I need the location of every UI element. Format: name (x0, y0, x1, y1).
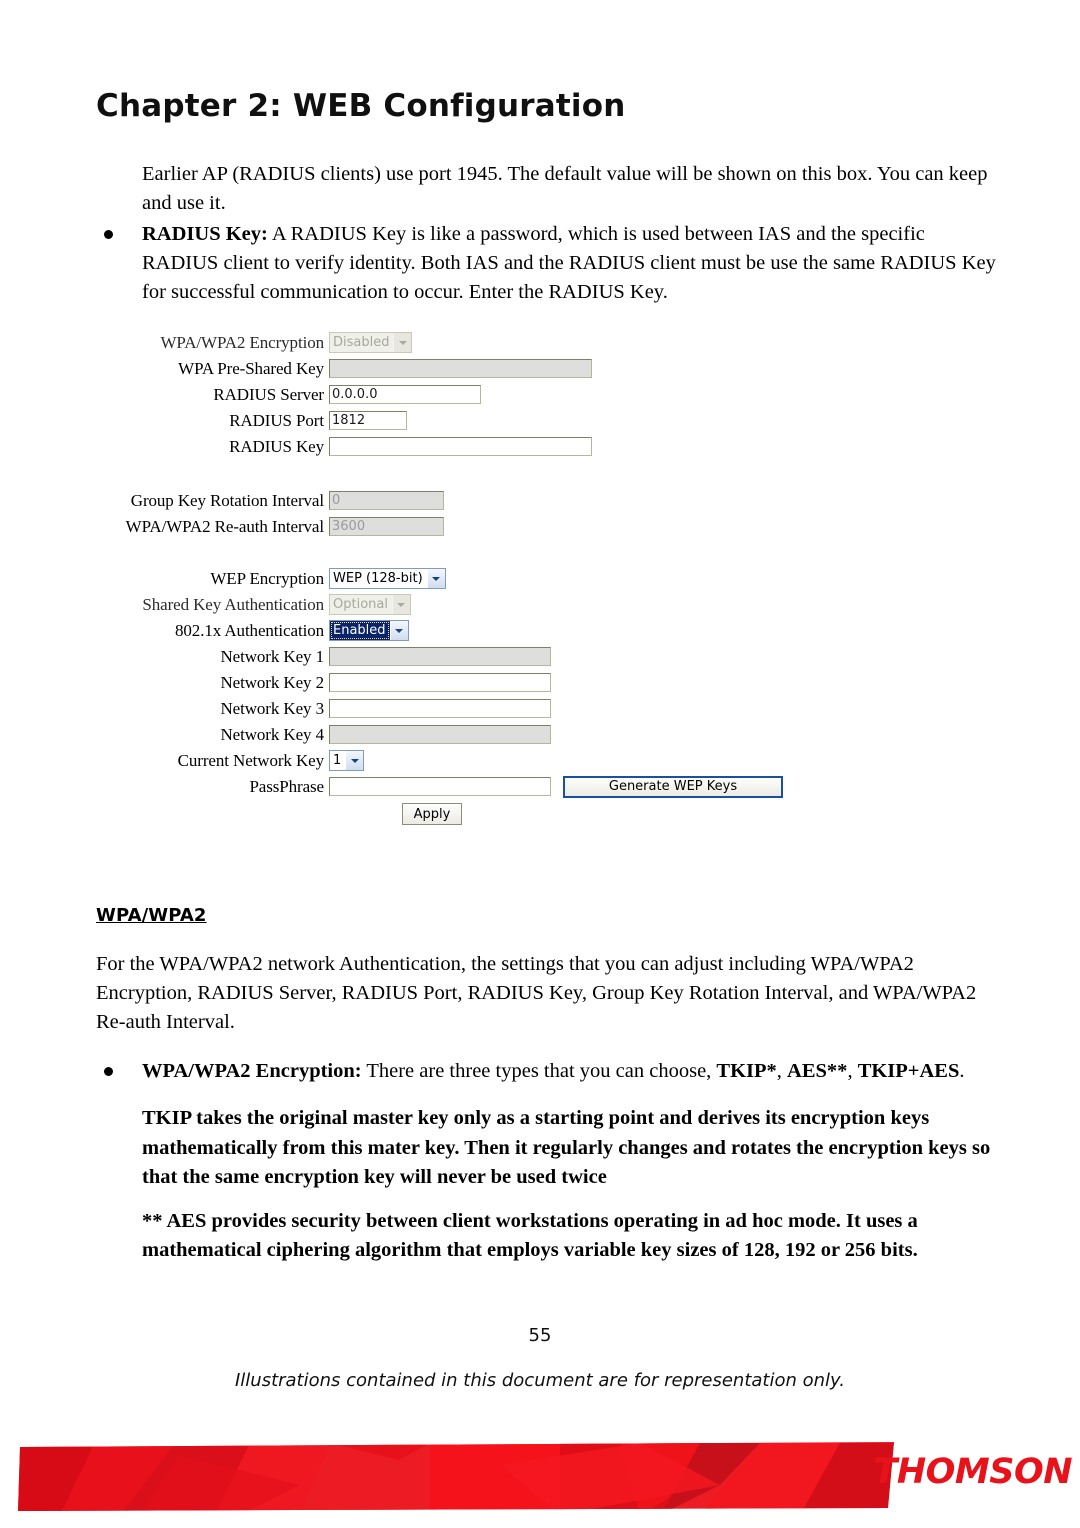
label-radius-key: RADIUS Key (229, 437, 324, 456)
shared-key-auth-value: Optional (333, 597, 388, 612)
thomson-logo: THOMSON (873, 1452, 1072, 1492)
row-wpa-psk: WPA Pre-Shared Key (96, 356, 796, 381)
footer-disclaimer: Illustrations contained in this document… (234, 1370, 846, 1391)
label-passphrase: PassPhrase (249, 777, 324, 796)
radius-key-input[interactable] (329, 437, 592, 456)
row-network-key-1: Network Key 1 (96, 644, 796, 669)
section-bullet-term: WPA/WPA2 Encryption: (142, 1060, 362, 1082)
chevron-down-icon (391, 595, 410, 614)
chevron-down-icon (389, 621, 408, 640)
label-radius-port: RADIUS Port (229, 411, 324, 430)
label-network-key-1: Network Key 1 (220, 647, 324, 666)
row-apply: Apply (96, 803, 796, 825)
network-key-3-input[interactable] (329, 699, 551, 718)
label-wpa-encryption: WPA/WPA2 Encryption (160, 333, 324, 352)
label-reauth-interval: WPA/WPA2 Re-auth Interval (125, 517, 324, 536)
option-aes: AES** (787, 1060, 848, 1082)
page-title: Chapter 2: WEB Configuration (96, 88, 626, 124)
label-wpa-psk: WPA Pre-Shared Key (178, 359, 324, 378)
shared-key-auth-select[interactable]: Optional (329, 594, 411, 615)
row-wep-encryption: WEP Encryption WEP (128-bit) (96, 566, 796, 591)
label-wep-encryption: WEP Encryption (210, 569, 324, 588)
label-shared-key-auth: Shared Key Authentication (142, 595, 324, 614)
row-network-key-4: Network Key 4 (96, 722, 796, 747)
section-heading-wpa-wpa2: WPA/WPA2 (96, 905, 207, 926)
dot1x-auth-value: Enabled (330, 621, 390, 640)
label-network-key-2: Network Key 2 (220, 673, 324, 692)
current-network-key-value: 1 (333, 753, 342, 768)
bullet-wpa-encryption: WPA/WPA2 Encryption: There are three typ… (96, 1057, 1001, 1086)
intro-text-block: Earlier AP (RADIUS clients) use port 194… (96, 160, 996, 307)
row-current-network-key: Current Network Key 1 (96, 748, 796, 773)
label-dot1x-auth: 802.1x Authentication (175, 621, 324, 640)
current-network-key-select[interactable]: 1 (329, 750, 365, 771)
note-tkip: TKIP takes the original master key only … (142, 1107, 991, 1188)
label-network-key-3: Network Key 3 (220, 699, 324, 718)
section-body: For the WPA/WPA2 network Authentication,… (96, 950, 1001, 1266)
generate-wep-keys-button[interactable]: Generate WEP Keys (563, 775, 783, 798)
row-network-key-2: Network Key 2 (96, 670, 796, 695)
row-radius-port: RADIUS Port 1812 (96, 408, 796, 433)
row-dot1x-auth: 802.1x Authentication Enabled (96, 618, 796, 643)
chevron-down-icon (426, 569, 445, 588)
row-group-key-rotation: Group Key Rotation Interval 0 (96, 488, 796, 513)
group-key-rotation-input[interactable]: 0 (329, 491, 444, 510)
page-number: 55 (528, 1325, 552, 1346)
row-passphrase: PassPhrase Generate WEP Keys (96, 774, 796, 799)
bullet-body: A RADIUS Key is like a password, which i… (142, 223, 996, 303)
apply-button[interactable]: Apply (402, 803, 462, 825)
note-aes: ** AES provides security between client … (142, 1209, 918, 1262)
network-key-4-input[interactable] (329, 725, 551, 744)
row-radius-server: RADIUS Server 0.0.0.0 (96, 382, 796, 407)
chevron-down-icon (345, 751, 364, 770)
wpa-encryption-value: Disabled (333, 335, 390, 350)
label-current-network-key: Current Network Key (177, 751, 324, 770)
section-paragraph: For the WPA/WPA2 network Authentication,… (96, 953, 977, 1033)
wep-encryption-select[interactable]: WEP (128-bit) (329, 568, 446, 589)
wpa-psk-input[interactable] (329, 359, 592, 378)
network-key-1-input[interactable] (329, 647, 551, 666)
bullet-period: . (959, 1060, 965, 1082)
option-tkip-aes: TKIP+AES (857, 1060, 960, 1082)
form-spacer-2 (96, 540, 796, 566)
radius-port-input[interactable]: 1812 (329, 411, 407, 430)
bullet-dot-icon (104, 1067, 113, 1076)
sep-1: , (776, 1060, 788, 1082)
chevron-down-icon (393, 333, 412, 352)
router-config-screenshot: WPA/WPA2 Encryption Disabled WPA Pre-Sha… (96, 330, 796, 825)
row-radius-key: RADIUS Key (96, 434, 796, 459)
form-spacer-1 (96, 460, 796, 488)
row-network-key-3: Network Key 3 (96, 696, 796, 721)
intro-paragraph: Earlier AP (RADIUS clients) use port 194… (142, 163, 988, 214)
sep-2: , (847, 1060, 858, 1082)
label-network-key-4: Network Key 4 (220, 725, 324, 744)
option-tkip: TKIP* (716, 1060, 777, 1082)
row-wpa-encryption: WPA/WPA2 Encryption Disabled (96, 330, 796, 355)
label-group-key-rotation: Group Key Rotation Interval (130, 491, 324, 510)
wpa-encryption-select[interactable]: Disabled (329, 332, 413, 353)
label-radius-server: RADIUS Server (213, 385, 324, 404)
row-reauth-interval: WPA/WPA2 Re-auth Interval 3600 (96, 514, 796, 539)
passphrase-input[interactable] (329, 777, 551, 796)
bullet-dot-icon (104, 230, 113, 239)
bullet-term: RADIUS Key: (142, 223, 268, 245)
network-key-2-input[interactable] (329, 673, 551, 692)
section-bullet-text: There are three types that you can choos… (361, 1060, 717, 1082)
dot1x-auth-select[interactable]: Enabled (329, 620, 409, 641)
wep-encryption-value: WEP (128-bit) (333, 571, 423, 586)
reauth-interval-input[interactable]: 3600 (329, 517, 444, 536)
radius-server-input[interactable]: 0.0.0.0 (329, 385, 481, 404)
row-shared-key-auth: Shared Key Authentication Optional (96, 592, 796, 617)
bullet-radius-key: RADIUS Key: A RADIUS Key is like a passw… (96, 220, 996, 307)
